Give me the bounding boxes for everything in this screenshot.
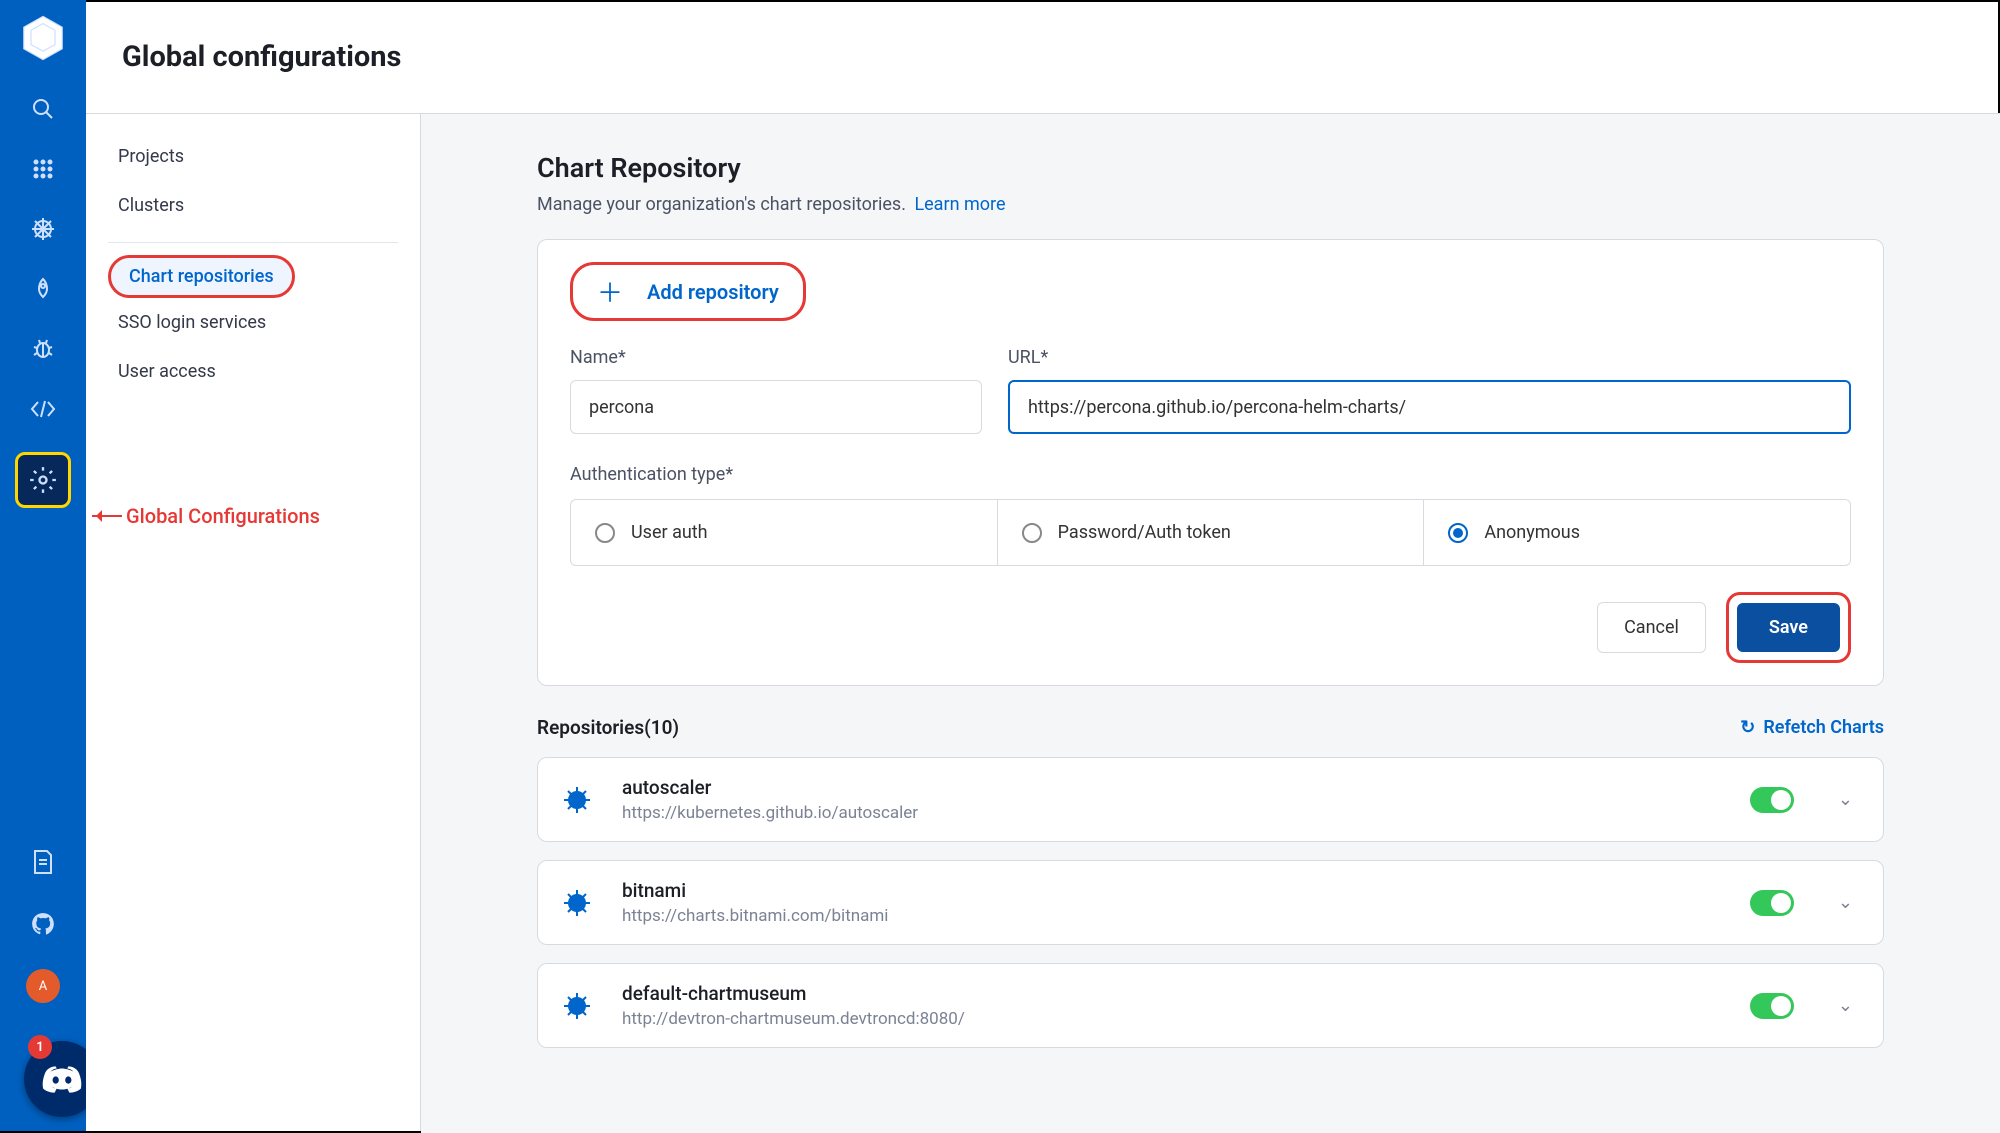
- code-icon[interactable]: [22, 388, 64, 430]
- repo-row[interactable]: default-chartmuseum http://devtron-chart…: [537, 963, 1884, 1048]
- helm-icon: [562, 991, 596, 1021]
- radio-icon: [1448, 523, 1468, 543]
- avatar[interactable]: A: [22, 965, 64, 1007]
- save-highlight: Save: [1726, 592, 1851, 663]
- repo-name: default-chartmuseum: [622, 982, 1724, 1005]
- auth-type-label: Authentication type*: [570, 464, 1851, 485]
- refetch-charts-button[interactable]: ↻ Refetch Charts: [1740, 717, 1884, 738]
- github-icon[interactable]: [22, 903, 64, 945]
- page-header: Global configurations: [86, 0, 2000, 114]
- learn-more-link[interactable]: Learn more: [914, 194, 1005, 215]
- auth-user[interactable]: User auth: [571, 500, 997, 565]
- discord-badge: 1: [28, 1035, 52, 1059]
- chevron-down-icon[interactable]: ⌄: [1838, 892, 1853, 913]
- helm-icon: [562, 888, 596, 918]
- auth-anonymous[interactable]: Anonymous: [1423, 500, 1850, 565]
- subnav-clusters[interactable]: Clusters: [108, 181, 398, 230]
- subnav-chart-repositories[interactable]: Chart repositories: [108, 255, 295, 298]
- deploy-icon[interactable]: [22, 268, 64, 310]
- add-repo-card: ＋ Add repository Name* URL* Authenticati…: [537, 239, 1884, 686]
- section-subtitle: Manage your organization's chart reposit…: [537, 194, 1884, 215]
- helm-icon[interactable]: [22, 208, 64, 250]
- plus-icon: ＋: [597, 273, 623, 310]
- search-icon[interactable]: [22, 88, 64, 130]
- nav-rail: A: [0, 0, 86, 1131]
- repo-url: https://charts.bitnami.com/bitnami: [622, 906, 1724, 926]
- refresh-icon: ↻: [1740, 717, 1755, 738]
- radio-icon: [1022, 523, 1042, 543]
- repo-name: autoscaler: [622, 776, 1724, 799]
- annotation-global-config: Global Configurations: [92, 504, 320, 528]
- main-content: Chart Repository Manage your organizatio…: [421, 114, 2000, 1133]
- bug-icon[interactable]: [22, 328, 64, 370]
- name-input[interactable]: [570, 380, 982, 434]
- chevron-down-icon[interactable]: ⌄: [1838, 995, 1853, 1016]
- subnav: Projects Clusters Chart repositories SSO…: [86, 114, 421, 1131]
- chevron-down-icon[interactable]: ⌄: [1838, 789, 1853, 810]
- auth-password[interactable]: Password/Auth token: [997, 500, 1424, 565]
- helm-icon: [562, 785, 596, 815]
- save-button[interactable]: Save: [1737, 603, 1840, 652]
- repo-row[interactable]: bitnami https://charts.bitnami.com/bitna…: [537, 860, 1884, 945]
- repo-info: default-chartmuseum http://devtron-chart…: [622, 982, 1724, 1029]
- repo-name: bitnami: [622, 879, 1724, 902]
- section-title: Chart Repository: [537, 152, 1884, 184]
- url-input[interactable]: [1008, 380, 1851, 434]
- repo-url: http://devtron-chartmuseum.devtroncd:808…: [622, 1009, 1724, 1029]
- repo-row[interactable]: autoscaler https://kubernetes.github.io/…: [537, 757, 1884, 842]
- docs-icon[interactable]: [22, 841, 64, 883]
- apps-icon[interactable]: [22, 148, 64, 190]
- repo-enabled-toggle[interactable]: [1750, 993, 1794, 1019]
- repo-info: bitnami https://charts.bitnami.com/bitna…: [622, 879, 1724, 926]
- auth-type-group: User auth Password/Auth token Anonymous: [570, 499, 1851, 566]
- subnav-user-access[interactable]: User access: [108, 347, 398, 396]
- subnav-sso[interactable]: SSO login services: [108, 298, 398, 347]
- repo-info: autoscaler https://kubernetes.github.io/…: [622, 776, 1724, 823]
- app-logo[interactable]: [19, 14, 67, 62]
- repositories-heading: Repositories(10): [537, 716, 679, 739]
- cancel-button[interactable]: Cancel: [1597, 602, 1706, 653]
- name-label: Name*: [570, 347, 982, 368]
- radio-icon: [595, 523, 615, 543]
- repo-enabled-toggle[interactable]: [1750, 890, 1794, 916]
- url-label: URL*: [1008, 347, 1851, 368]
- global-config-icon[interactable]: [15, 452, 71, 508]
- page-title: Global configurations: [122, 40, 401, 74]
- subnav-projects[interactable]: Projects: [108, 132, 398, 181]
- add-repository-button[interactable]: ＋ Add repository: [570, 262, 806, 321]
- repo-enabled-toggle[interactable]: [1750, 787, 1794, 813]
- repo-url: https://kubernetes.github.io/autoscaler: [622, 803, 1724, 823]
- subnav-divider: [108, 242, 398, 243]
